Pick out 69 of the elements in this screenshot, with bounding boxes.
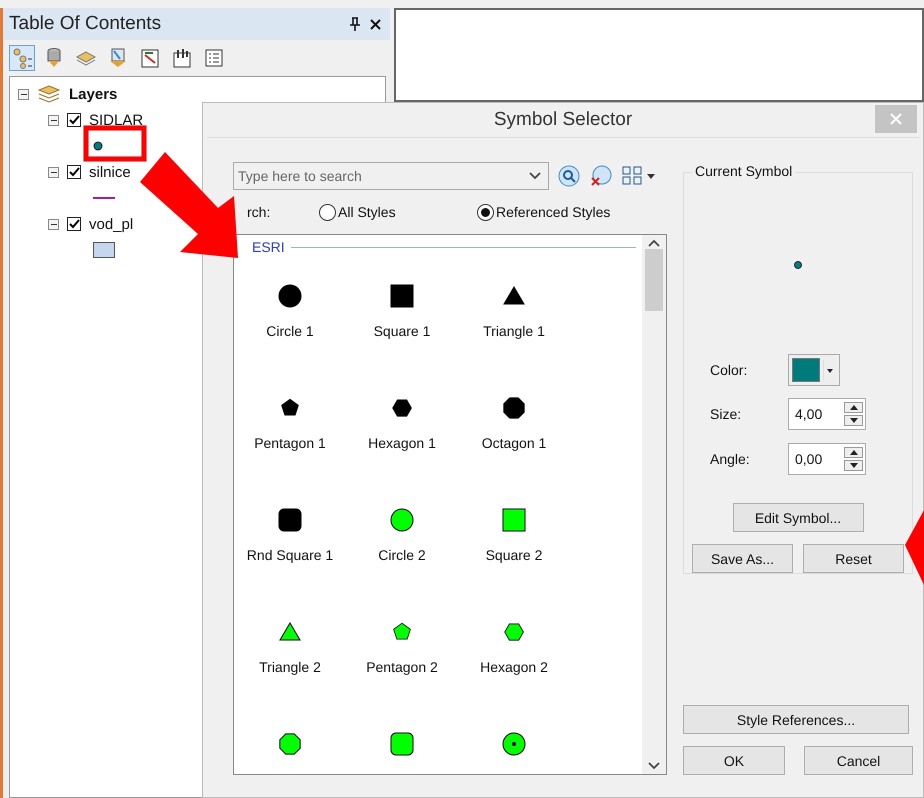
field-label: Angle: [710, 450, 751, 467]
tree-icon [11, 47, 33, 69]
search-field[interactable]: Type here to search [233, 162, 549, 190]
square-symbol-icon [389, 283, 415, 309]
style-group-heading: ESRI [252, 239, 285, 255]
reset-button[interactable]: Reset [803, 544, 904, 574]
dialog-title: Symbol Selector [494, 109, 632, 131]
symbol-label[interactable]: Circle 2 [378, 547, 426, 563]
document-icon [139, 47, 161, 69]
circledot-symbol-icon [501, 731, 527, 757]
close-icon[interactable] [369, 18, 382, 30]
circle-symbol-icon [277, 283, 303, 309]
scope-radio[interactable]: Referenced Styles [477, 204, 667, 220]
collapse-toggle[interactable] [18, 88, 29, 100]
collapse-toggle[interactable] [48, 114, 59, 126]
symbol-label[interactable]: Pentagon 2 [366, 659, 438, 675]
pin-icon[interactable] [349, 17, 361, 31]
circle-symbol-icon [389, 507, 415, 533]
symbol-label[interactable]: Pentagon 1 [254, 435, 326, 451]
layer-name[interactable]: silnice [89, 164, 131, 180]
scope-radio[interactable]: All Styles [319, 204, 477, 220]
search-icon[interactable] [557, 164, 581, 188]
layer-name[interactable]: vod_pl [89, 216, 134, 232]
edit-symbol-button[interactable]: Edit Symbol... [732, 503, 864, 532]
square-symbol-icon [501, 507, 527, 533]
symbol-label[interactable]: Triangle 2 [259, 659, 321, 675]
clear-search-icon[interactable] [589, 164, 613, 188]
list-icon [204, 48, 224, 68]
symbol-label[interactable]: Triangle 1 [483, 323, 545, 339]
scroll-up-icon[interactable] [648, 239, 660, 247]
symbol-label[interactable]: Octagon 1 [482, 435, 546, 451]
symbol-label[interactable]: Square 2 [486, 547, 542, 563]
octagon-symbol-icon [277, 731, 303, 757]
chevron-down-icon[interactable] [529, 172, 541, 180]
layers-icon [37, 84, 61, 104]
cancel-button[interactable]: Cancel [804, 746, 913, 775]
layer-name[interactable]: SIDLAR [89, 112, 144, 128]
highlight-frame [84, 126, 146, 162]
close-icon [890, 113, 902, 125]
layer-group-name[interactable]: Layers [69, 86, 118, 102]
field-label: Color: [710, 362, 748, 378]
collapse-toggle[interactable] [48, 166, 59, 178]
field-label: Size: [710, 406, 742, 422]
document-icon [171, 47, 193, 69]
list-by-drawing-order-button[interactable] [9, 45, 35, 71]
caret-icon [823, 360, 835, 380]
symbol-label[interactable]: Rnd Square 1 [246, 547, 334, 563]
scroll-thumb[interactable] [645, 249, 663, 311]
color-picker-button[interactable] [788, 354, 840, 386]
save-as-button[interactable]: Save As... [692, 544, 793, 574]
group-title: Current Symbol [692, 163, 796, 179]
view-options-icon[interactable] [621, 165, 657, 187]
octagon-symbol-icon [501, 395, 527, 421]
scroll-down-icon[interactable] [648, 762, 660, 770]
search-scope-label: rch: [246, 204, 272, 220]
layer-checkbox[interactable] [67, 165, 81, 179]
rndsquare-symbol-icon [389, 731, 415, 757]
symbol-label[interactable]: Square 1 [374, 323, 430, 339]
style-references-button[interactable]: Style References... [683, 705, 909, 734]
layer-checkbox[interactable] [67, 113, 81, 127]
rndsquare-symbol-icon [277, 507, 303, 533]
collapse-toggle[interactable] [48, 218, 59, 230]
symbol-label[interactable]: Hexagon 2 [480, 659, 548, 675]
panel-title: Table Of Contents [9, 13, 162, 35]
ok-button[interactable]: OK [683, 746, 785, 775]
scrollbar[interactable] [642, 235, 666, 774]
symbol-label[interactable]: Circle 1 [266, 323, 314, 339]
layer-checkbox[interactable] [67, 217, 81, 231]
symbol-label[interactable]: Hexagon 1 [368, 435, 436, 451]
